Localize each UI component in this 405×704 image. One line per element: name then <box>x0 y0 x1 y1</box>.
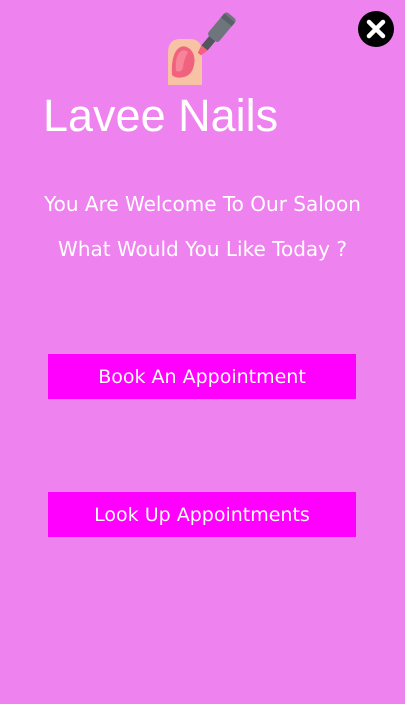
welcome-message: You Are Welcome To Our Saloon <box>44 192 361 216</box>
close-button[interactable] <box>358 11 394 47</box>
app-title: Lavee Nails <box>43 90 279 141</box>
prompt-message: What Would You Like Today ? <box>58 237 347 261</box>
nail-polish-icon <box>168 12 236 85</box>
close-icon <box>366 19 386 39</box>
book-appointment-button[interactable]: Book An Appointment <box>48 354 356 399</box>
look-up-appointments-button[interactable]: Look Up Appointments <box>48 492 356 537</box>
